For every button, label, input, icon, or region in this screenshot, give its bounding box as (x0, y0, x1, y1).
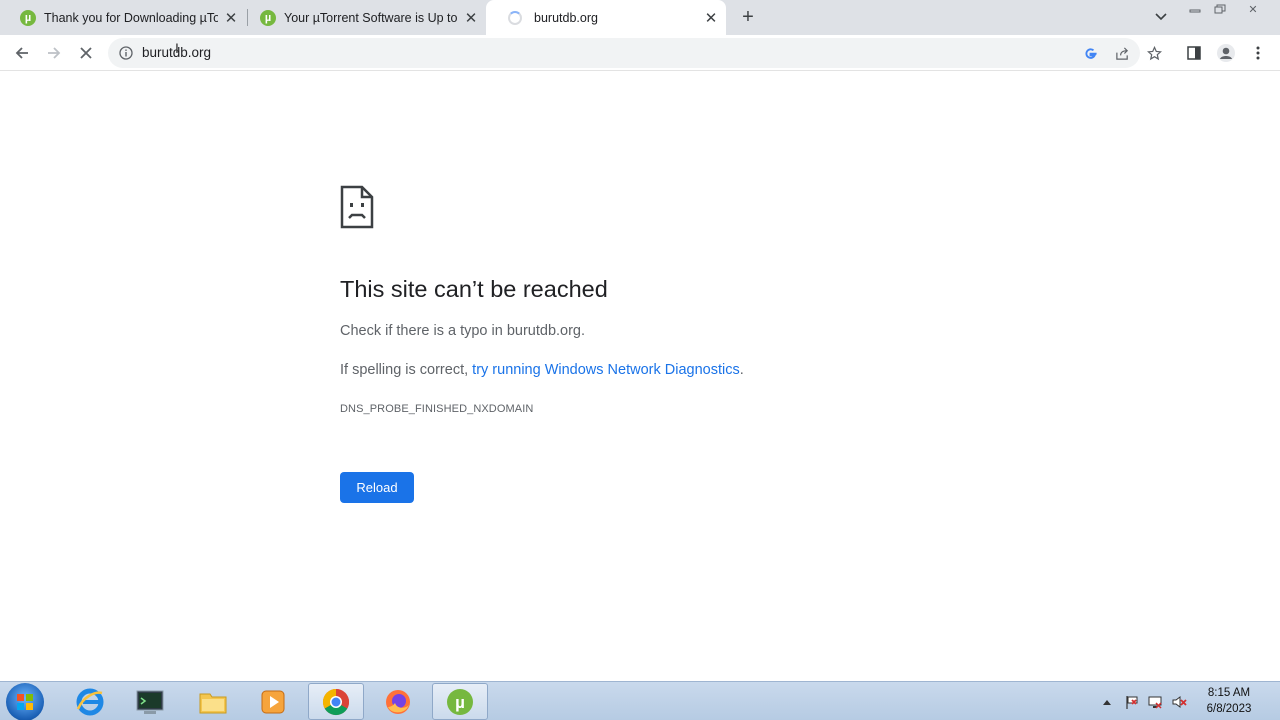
utorrent-icon: µ (260, 9, 276, 26)
typo-hint: Check if there is a typo in burutdb.org. (340, 323, 586, 339)
start-button[interactable] (6, 683, 44, 720)
tab-search-icon[interactable] (1150, 6, 1172, 28)
text-cursor-icon: I (175, 40, 179, 56)
windows-logo-icon (17, 694, 33, 710)
close-window-button[interactable]: ✕ (1242, 2, 1264, 16)
sad-page-icon (340, 185, 374, 234)
profile-avatar-icon[interactable] (1213, 40, 1239, 66)
close-tab-icon[interactable]: ✕ (702, 9, 720, 27)
svg-text:µ: µ (455, 693, 465, 712)
taskbar: µ 8:15 AM 6/8/2023 (0, 681, 1280, 720)
forward-arrow-icon[interactable] (41, 40, 67, 66)
chrome-icon[interactable] (308, 683, 364, 720)
address-bar[interactable]: burutdb.org (108, 38, 1162, 68)
clock-date: 6/8/2023 (1206, 703, 1252, 715)
tab-strip: µ Thank you for Downloading µTorrent ✕ µ… (0, 0, 1280, 35)
tab-title: burutdb.org (534, 10, 598, 25)
network-diagnostics-link[interactable]: try running Windows Network Diagnostics (472, 362, 740, 378)
internet-explorer-icon[interactable] (62, 683, 118, 720)
google-lens-icon[interactable] (1079, 42, 1101, 64)
side-panel-icon[interactable] (1181, 40, 1207, 66)
media-player-icon[interactable] (245, 683, 301, 720)
tab-title: Thank you for Downloading µTorrent (44, 10, 218, 25)
tab-title: Your µTorrent Software is Up to Date (284, 10, 458, 25)
error-code: DNS_PROBE_FINISHED_NXDOMAIN (340, 403, 534, 415)
screen: µ Thank you for Downloading µTorrent ✕ µ… (0, 0, 1280, 720)
chrome-menu-icon[interactable] (1245, 40, 1271, 66)
firefox-icon[interactable] (370, 683, 426, 720)
terminal-icon[interactable] (122, 683, 178, 720)
tab-thank-you-downloading[interactable]: µ Thank you for Downloading µTorrent ✕ (0, 0, 246, 35)
volume-muted-icon[interactable] (1171, 694, 1187, 710)
action-center-flag-icon[interactable] (1124, 694, 1140, 710)
show-hidden-icons-icon[interactable] (1099, 694, 1115, 710)
error-title: This site can’t be reached (340, 276, 608, 302)
network-icon[interactable] (1147, 694, 1163, 710)
clock-time: 8:15 AM (1207, 687, 1251, 699)
diagnostics-prefix: If spelling is correct, (340, 362, 473, 378)
diagnostics-suffix: . (739, 362, 744, 378)
system-clock[interactable]: 8:15 AM 6/8/2023 (1196, 685, 1262, 717)
back-arrow-icon[interactable] (9, 40, 35, 66)
utorrent-icon: µ (20, 9, 36, 26)
minimize-button[interactable] (1184, 2, 1206, 16)
browser-toolbar: burutdb.org (0, 35, 1280, 71)
reload-button[interactable]: Reload (340, 472, 414, 503)
diagnostics-hint: If spelling is correct, try running Wind… (340, 362, 744, 378)
close-tab-icon[interactable]: ✕ (222, 9, 240, 27)
bookmark-star-icon[interactable] (1143, 42, 1165, 64)
site-info-icon[interactable] (115, 42, 137, 64)
loading-spinner-icon (508, 10, 522, 25)
close-tab-icon[interactable]: ✕ (462, 9, 480, 27)
utorrent-icon[interactable]: µ (432, 683, 488, 720)
tab-burutdb[interactable]: burutdb.org ✕ (486, 0, 726, 35)
stop-loading-icon[interactable] (73, 40, 99, 66)
restore-button[interactable] (1209, 2, 1231, 16)
file-explorer-icon[interactable] (185, 683, 241, 720)
share-icon[interactable] (1111, 42, 1133, 64)
tab-software-up-to-date[interactable]: µ Your µTorrent Software is Up to Date ✕ (240, 0, 486, 35)
new-tab-button[interactable]: + (736, 5, 760, 29)
